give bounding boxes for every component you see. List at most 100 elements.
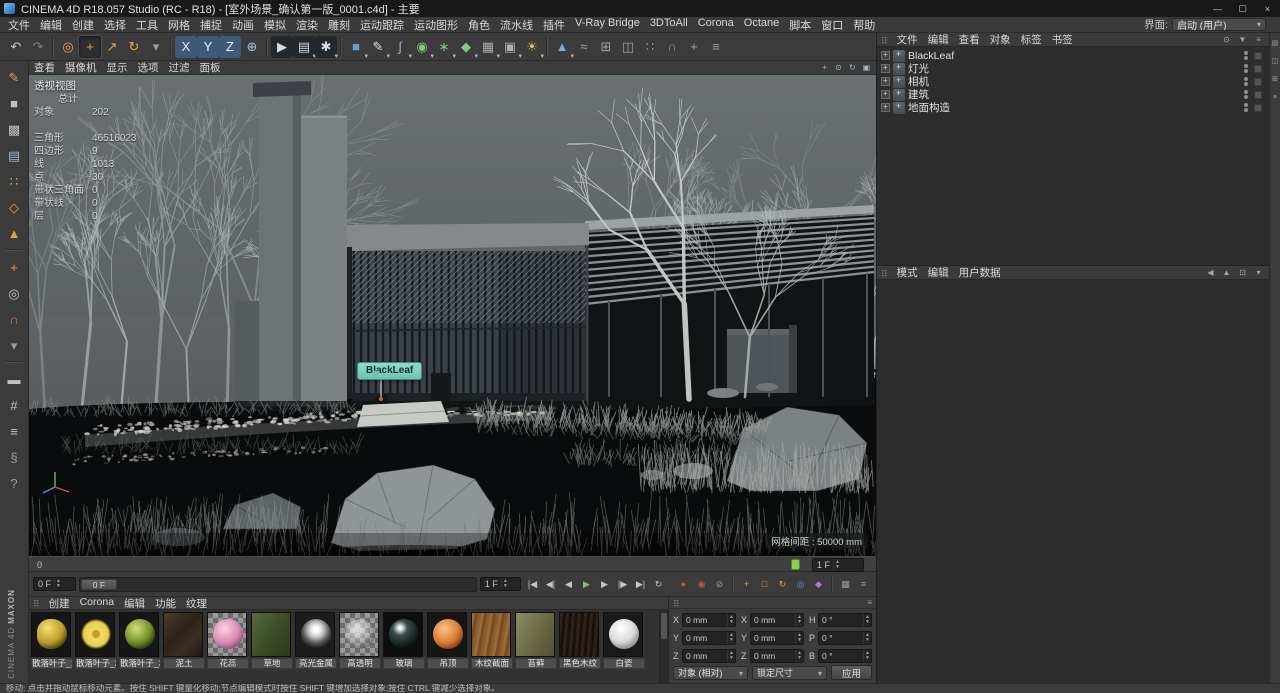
key-pla-icon[interactable]: ◆ <box>810 576 827 592</box>
material-menu-item-2[interactable]: 编辑 <box>119 596 150 611</box>
viewport[interactable]: 透视视图 总计对象202三角形46516023四边形9线1013点30带状三角面… <box>29 75 876 556</box>
viewport-menu-item-2[interactable]: 显示 <box>102 60 133 75</box>
menu-item-20[interactable]: 脚本 <box>784 17 816 33</box>
prev-frame-icon[interactable]: ◀ <box>560 576 577 592</box>
menu-item-9[interactable]: 渲染 <box>291 17 323 33</box>
material-item[interactable]: 苔藓 <box>515 612 557 669</box>
record-keyframe-icon[interactable]: ● <box>675 576 692 592</box>
material-item[interactable]: 吊顶 <box>427 612 469 669</box>
close-button[interactable]: × <box>1255 0 1280 17</box>
om-menu-item-3[interactable]: 对象 <box>985 32 1016 47</box>
make-editable-icon[interactable]: ✎ <box>2 65 26 89</box>
maximize-button[interactable]: ▢ <box>1230 0 1255 17</box>
pan-view-icon[interactable]: + <box>818 62 831 74</box>
material-item[interactable]: 亮光金属 <box>295 612 337 669</box>
panel-menu-icon[interactable]: ≡ <box>867 598 876 607</box>
snap-options-icon[interactable]: ▾ <box>2 333 26 357</box>
scrollbar-handle[interactable] <box>661 613 667 639</box>
stepper-icon[interactable] <box>795 632 803 644</box>
light-objects-icon[interactable]: ☀▾ <box>521 36 543 58</box>
axis-modification-icon[interactable]: + <box>683 36 705 58</box>
coord-field[interactable]: 0 ° <box>818 649 872 663</box>
toggle-view-layout-icon[interactable]: ▣ <box>860 62 873 74</box>
xpresso-tags-icon[interactable]: ⊞ <box>595 36 617 58</box>
expand-toggle-icon[interactable] <box>881 103 890 112</box>
om-filter-icon[interactable]: ▼ <box>1236 34 1249 46</box>
material-thumbnail[interactable] <box>559 612 599 657</box>
live-selection-icon[interactable]: ◎ <box>57 36 79 58</box>
material-thumbnail[interactable] <box>31 612 71 657</box>
enable-snap-icon[interactable]: ∩ <box>2 307 26 331</box>
menu-item-21[interactable]: 窗口 <box>816 17 848 33</box>
coord-field[interactable]: 0 mm <box>682 613 736 627</box>
recent-tools-icon[interactable]: ▾ <box>145 36 167 58</box>
menu-item-4[interactable]: 工具 <box>131 17 163 33</box>
rotate-tool-icon[interactable]: ↻ <box>123 36 145 58</box>
material-thumbnail[interactable] <box>295 612 335 657</box>
end-frame-field[interactable]: 1 F <box>812 558 864 572</box>
goto-start-icon[interactable]: |◀ <box>524 576 541 592</box>
stepper-icon[interactable] <box>727 614 735 626</box>
menu-item-2[interactable]: 创建 <box>67 17 99 33</box>
current-frame-field[interactable]: 0 F <box>33 577 76 591</box>
spline-primitives-icon[interactable]: ∫▾ <box>389 36 411 58</box>
mograph-objects-icon[interactable]: ◆▾ <box>455 36 477 58</box>
menu-item-1[interactable]: 编辑 <box>35 17 67 33</box>
expand-toggle-icon[interactable] <box>881 77 890 86</box>
menu-item-17[interactable]: 3DToAll <box>645 17 693 33</box>
viewport-menu-item-1[interactable]: 摄像机 <box>60 60 102 75</box>
layer-tag-icon[interactable] <box>1254 78 1262 86</box>
coord-field[interactable]: 0 mm <box>750 631 804 645</box>
timeline-slider-handle[interactable]: 0 F <box>81 579 117 590</box>
zoom-view-icon[interactable]: ⊙ <box>832 62 845 74</box>
material-thumbnail[interactable] <box>163 612 203 657</box>
stepper-icon[interactable] <box>54 578 62 590</box>
lock-y-axis-icon[interactable]: Y <box>197 36 219 58</box>
viewport-display-options-icon[interactable]: ≡ <box>705 36 727 58</box>
timeline-options-icon[interactable]: ≡ <box>855 576 872 592</box>
quantize-toggle-icon[interactable]: # <box>2 393 26 417</box>
material-item[interactable]: 散落叶子_2 <box>75 612 117 669</box>
viewport-menu-item-0[interactable]: 查看 <box>29 60 60 75</box>
menu-item-19[interactable]: Octane <box>739 17 784 33</box>
om-search-icon[interactable]: ⊙ <box>1220 34 1233 46</box>
play-forward-icon[interactable]: ▶ <box>578 576 595 592</box>
render-picture-viewer-icon[interactable]: ▤▾ <box>293 36 315 58</box>
panel-grip-icon[interactable] <box>669 594 684 612</box>
workplane-mode-icon[interactable]: ▤ <box>2 143 26 167</box>
next-key-icon[interactable]: |▶ <box>614 576 631 592</box>
menu-item-18[interactable]: Corona <box>693 17 739 33</box>
menu-item-10[interactable]: 雕刻 <box>323 17 355 33</box>
floor-environment-icon[interactable]: ▦▾ <box>477 36 499 58</box>
panel-grip-icon[interactable] <box>877 264 892 282</box>
snap-settings-icon[interactable]: ∩ <box>661 36 683 58</box>
material-thumbnail[interactable] <box>119 612 159 657</box>
material-item[interactable]: 黑色木纹 <box>559 612 601 669</box>
viewport-menu-item-5[interactable]: 面板 <box>195 60 226 75</box>
move-tool-icon[interactable]: + <box>79 36 101 58</box>
material-thumbnail[interactable] <box>75 612 115 657</box>
menu-item-6[interactable]: 捕捉 <box>195 17 227 33</box>
stepper-icon[interactable] <box>795 614 803 626</box>
material-item[interactable]: 花蕊 <box>207 612 249 669</box>
viewport-menu-item-4[interactable]: 过滤 <box>164 60 195 75</box>
key-scale-icon[interactable]: □ <box>756 576 773 592</box>
material-item[interactable]: 高透明 <box>339 612 381 669</box>
render-view-icon[interactable]: ▶ <box>271 36 293 58</box>
render-visibility-dot[interactable] <box>1244 82 1248 86</box>
prev-key-icon[interactable]: ◀| <box>542 576 559 592</box>
expand-toggle-icon[interactable] <box>881 51 890 60</box>
stepper-icon[interactable] <box>863 632 871 644</box>
record-options-icon[interactable]: ⊘ <box>711 576 728 592</box>
help-icon[interactable]: ? <box>2 471 26 495</box>
coord-field[interactable]: 0 ° <box>818 631 872 645</box>
stepper-icon[interactable] <box>833 559 841 571</box>
material-item[interactable]: 散落叶子_3 <box>119 612 161 669</box>
material-thumbnail[interactable] <box>471 612 511 657</box>
menu-item-0[interactable]: 文件 <box>3 17 35 33</box>
lock-x-axis-icon[interactable]: X <box>175 36 197 58</box>
redo-icon[interactable]: ↷ <box>27 36 49 58</box>
menu-item-5[interactable]: 网格 <box>163 17 195 33</box>
am-lock-icon[interactable]: ⊡ <box>1236 267 1249 279</box>
coord-field[interactable]: 0 mm <box>750 613 804 627</box>
